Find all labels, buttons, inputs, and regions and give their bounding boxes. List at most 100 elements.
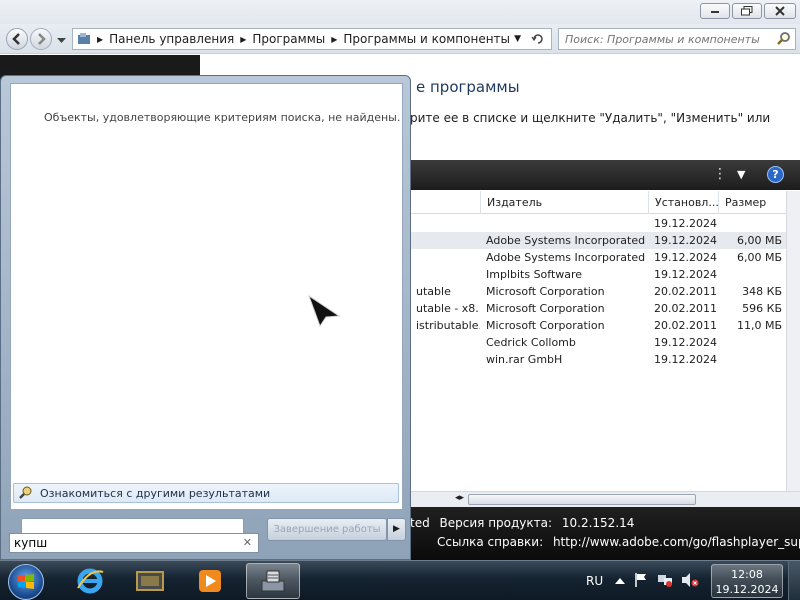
breadcrumb-control-panel[interactable]: Панель управления [109, 32, 234, 46]
cell-size: 6,00 МБ [736, 251, 782, 264]
forward-button[interactable] [30, 28, 52, 50]
cell-name: utable [416, 285, 451, 298]
start-search-field[interactable]: ✕ [9, 533, 259, 553]
windows-logo-icon [18, 574, 34, 589]
table-row[interactable]: Adobe Systems Incorporated 19.12.2024 6,00… [410, 249, 800, 266]
show-desktop-button[interactable] [788, 561, 800, 600]
column-publisher[interactable]: Издатель [480, 191, 650, 214]
column-installed[interactable]: Установл... [648, 191, 720, 214]
table-row[interactable]: Implbits Software19.12.20244 [410, 266, 800, 283]
views-dropdown[interactable]: ▼ [737, 168, 745, 181]
cell-name [410, 334, 480, 351]
table-row[interactable]: 19.12.2024 [410, 215, 800, 232]
horizontal-scroll-thumb[interactable] [468, 494, 696, 505]
cell-name: utable - x8... [416, 302, 480, 315]
show-hidden-icons-icon[interactable] [615, 575, 626, 588]
media-player-icon [199, 570, 221, 592]
action-center-flag-icon[interactable] [633, 572, 649, 591]
table-row[interactable]: win.rar GmbH 19.12.2024 [410, 351, 800, 368]
cell-name [410, 232, 480, 249]
cell-size [718, 334, 788, 351]
back-button[interactable] [6, 28, 28, 50]
cell-size [718, 351, 788, 368]
address-bar[interactable]: ▶ Панель управления ▶ Программы ▶ Програ… [72, 28, 552, 50]
taskbar-internet-explorer[interactable] [63, 563, 117, 599]
close-button[interactable] [764, 3, 796, 19]
horizontal-scrollbar[interactable]: ◂▸ [410, 491, 800, 507]
refresh-icon[interactable] [531, 32, 545, 49]
start-search-input[interactable] [10, 536, 235, 550]
details-pane: ted Версия продукта: 10.2.152.14 Ссылка … [410, 507, 800, 560]
help-link-label: Ссылка справки: [437, 535, 544, 549]
cell-name: istributable... [416, 319, 480, 332]
more-options-icon[interactable]: ⋮ [713, 166, 727, 182]
language-indicator[interactable]: RU [586, 574, 603, 588]
see-more-results-button[interactable]: Ознакомиться с другими результатами [13, 483, 399, 503]
cell-size [718, 215, 788, 232]
start-menu-results-pane: Объекты, удовлетворяющие критериям поиск… [10, 83, 403, 510]
restore-icon [741, 6, 753, 16]
taskbar: RU 12:08 19.12.2024 [0, 560, 800, 600]
chevron-down-icon [57, 38, 66, 43]
details-name-suffix: ted [410, 516, 430, 530]
taskbar-programs-features[interactable] [246, 563, 300, 599]
breadcrumb-separator: ▶ [97, 34, 104, 44]
vertical-scrollbar[interactable] [786, 191, 800, 491]
search-field[interactable] [558, 28, 796, 50]
table-row[interactable]: Cedrick Collomb19.12.20241 [410, 334, 800, 351]
breadcrumb-separator: ▶ [240, 34, 247, 44]
cell-publisher: Adobe Systems Incorporated [486, 251, 646, 264]
cell-publisher: Microsoft Corporation [486, 319, 605, 332]
taskbar-media-center[interactable] [123, 563, 177, 599]
volume-muted-icon[interactable] [681, 572, 699, 591]
breadcrumb-programs[interactable]: Программы [252, 32, 325, 46]
see-more-label: Ознакомиться с другими результатами [40, 486, 271, 500]
search-icon[interactable] [777, 31, 791, 48]
shutdown-options-button[interactable]: ▶ [387, 518, 406, 541]
minimize-icon [711, 11, 719, 13]
table-row[interactable]: istributable... Microsoft Corporation 20.0… [410, 317, 800, 334]
address-dropdown-icon[interactable]: ▼ [514, 34, 521, 44]
cell-size: 11,0 МБ [736, 319, 782, 332]
page-title: е программы [416, 78, 520, 96]
column-size[interactable]: Размер [718, 191, 790, 214]
help-link-value[interactable]: http://www.adobe.com/go/flashplayer_supp… [553, 535, 800, 549]
control-panel-icon [78, 33, 90, 44]
cell-publisher: Microsoft Corporation [486, 285, 605, 298]
cell-installed: 19.12.2024 [654, 353, 717, 366]
search-results-icon [18, 485, 34, 502]
cell-name [410, 249, 480, 266]
table-row[interactable]: utable - x8... Microsoft Corporation 20.02… [410, 300, 800, 317]
cell-publisher: Cedrick Collomb [486, 336, 576, 349]
breadcrumb-programs-features[interactable]: Программы и компоненты [343, 32, 510, 46]
breadcrumb-separator: ▶ [331, 34, 338, 44]
media-center-icon [136, 571, 164, 591]
cell-installed: 20.02.2011 [654, 319, 717, 332]
cell-publisher: Microsoft Corporation [486, 302, 605, 315]
cell-publisher: Adobe Systems Incorporated [486, 234, 646, 247]
search-input[interactable] [559, 32, 769, 46]
table-row[interactable]: utable Microsoft Corporation 20.02.2011 348… [410, 283, 800, 300]
table-row[interactable]: Adobe Systems Incorporated 19.12.2024 6,00… [410, 232, 800, 249]
command-toolbar: ⋮ ▼ ? [410, 160, 800, 190]
scroll-arrows-icon[interactable]: ◂▸ [455, 493, 464, 503]
help-icon[interactable]: ? [767, 166, 784, 183]
cell-name [410, 351, 480, 368]
arrow-right-icon [38, 33, 46, 45]
minimize-button[interactable] [700, 3, 730, 19]
window-titlebar [0, 0, 800, 24]
shutdown-button[interactable]: Завершение работы [267, 518, 387, 541]
network-icon[interactable] [657, 572, 673, 591]
cell-size: 348 КБ [742, 285, 782, 298]
version-value: 10.2.152.14 [561, 516, 635, 530]
programs-features-icon [261, 570, 285, 592]
cell-size: 6,00 МБ [736, 234, 782, 247]
cell-installed: 19.12.2024 [654, 217, 717, 230]
taskbar-media-player[interactable] [183, 563, 237, 599]
maximize-button[interactable] [732, 3, 762, 19]
clock-time: 12:08 [731, 568, 763, 581]
clear-search-icon[interactable]: ✕ [243, 536, 252, 549]
clock[interactable]: 12:08 19.12.2024 [711, 564, 783, 598]
history-dropdown[interactable] [57, 34, 66, 47]
start-button[interactable] [8, 564, 44, 600]
